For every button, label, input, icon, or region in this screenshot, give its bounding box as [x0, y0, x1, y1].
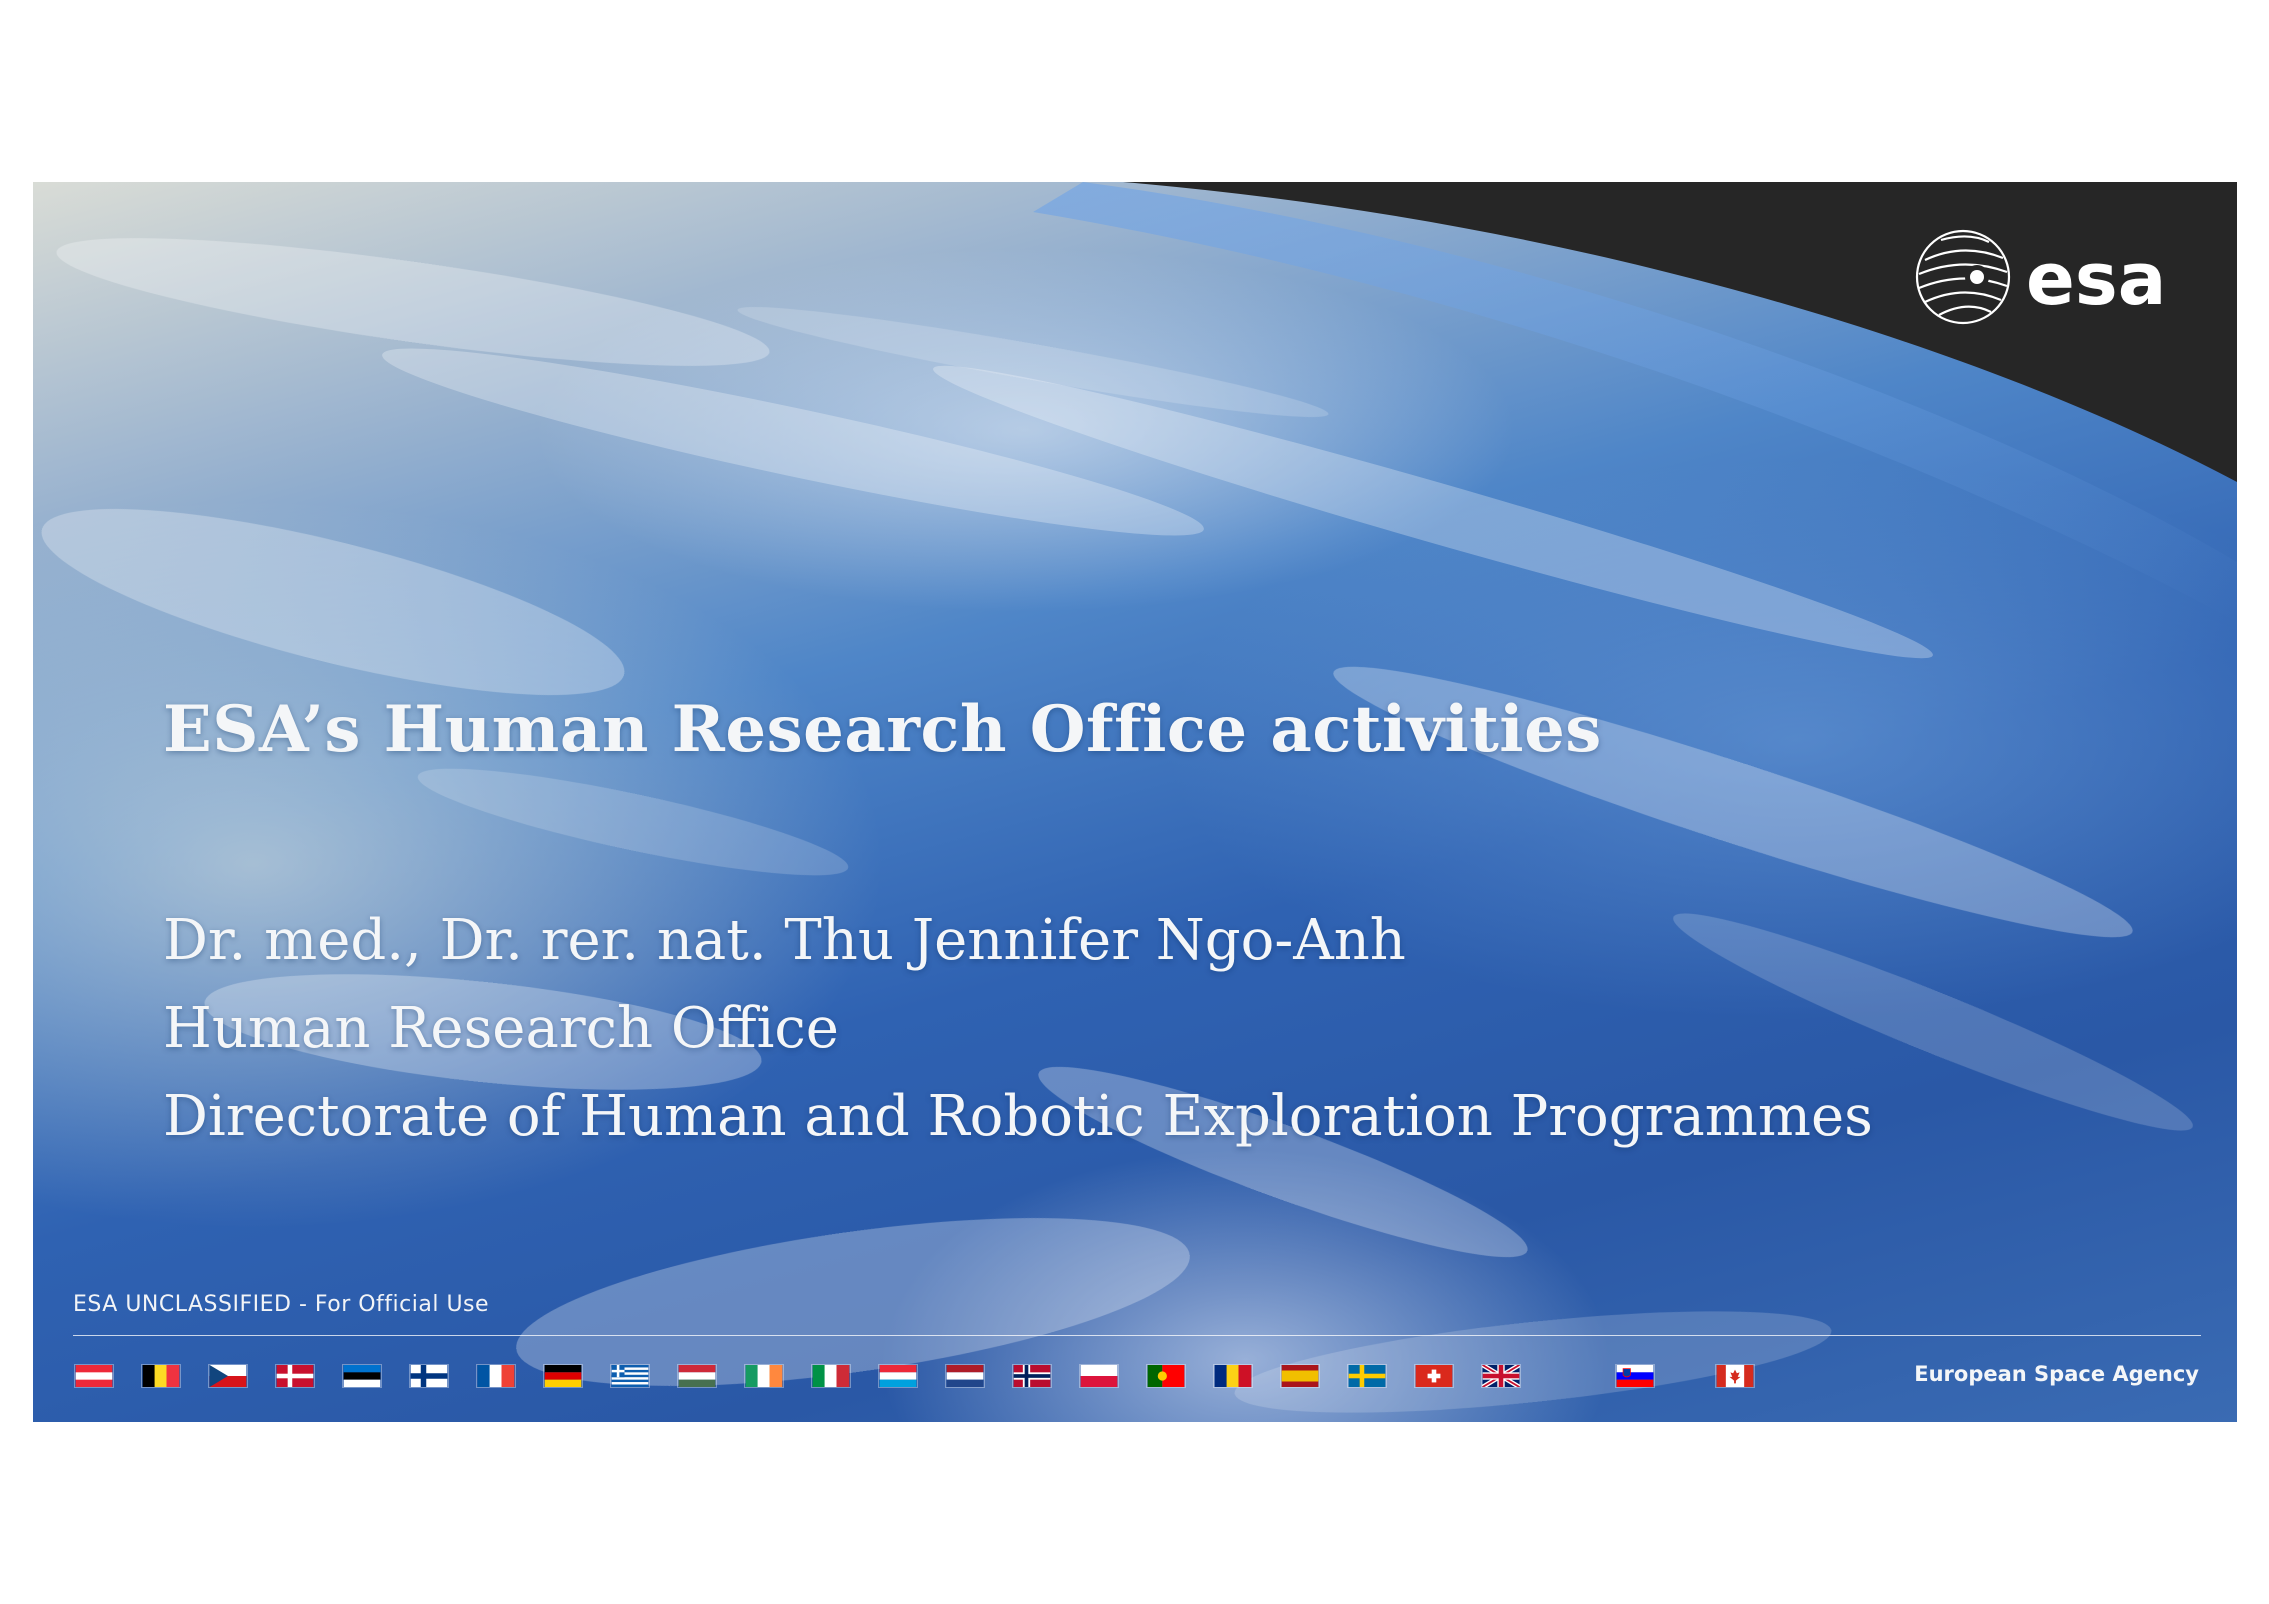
uk-flag-icon [1481, 1364, 1521, 1388]
austria-flag-icon [74, 1364, 114, 1388]
spain-flag-icon [1280, 1364, 1320, 1388]
romania-flag-icon [1213, 1364, 1253, 1388]
esa-logo: esa [1911, 222, 2201, 332]
member-state-flags [74, 1364, 1774, 1390]
footer-divider [73, 1335, 2201, 1336]
poland-flag-icon [1079, 1364, 1119, 1388]
agency-name: European Space Agency [1914, 1362, 2199, 1386]
classification-label: ESA UNCLASSIFIED - For Official Use [73, 1292, 490, 1317]
portugal-flag-icon [1146, 1364, 1186, 1388]
author-name: Dr. med., Dr. rer. nat. Thu Jennifer Ngo… [163, 908, 1406, 973]
hungary-flag-icon [677, 1364, 717, 1388]
canada-flag-icon [1715, 1364, 1755, 1388]
ireland-flag-icon [744, 1364, 784, 1388]
slovenia-flag-icon [1615, 1364, 1655, 1388]
denmark-flag-icon [275, 1364, 315, 1388]
czech-flag-icon [208, 1364, 248, 1388]
esa-globe-icon [1915, 229, 2011, 325]
switzerland-flag-icon [1414, 1364, 1454, 1388]
germany-flag-icon [543, 1364, 583, 1388]
author-office: Human Research Office [163, 996, 839, 1061]
finland-flag-icon [409, 1364, 449, 1388]
france-flag-icon [476, 1364, 516, 1388]
author-directorate: Directorate of Human and Robotic Explora… [163, 1084, 1873, 1149]
sweden-flag-icon [1347, 1364, 1387, 1388]
greece-flag-icon [610, 1364, 650, 1388]
netherlands-flag-icon [945, 1364, 985, 1388]
italy-flag-icon [811, 1364, 851, 1388]
belgium-flag-icon [141, 1364, 181, 1388]
title-slide: esa ESA’s Human Research Office activiti… [33, 182, 2237, 1422]
estonia-flag-icon [342, 1364, 382, 1388]
luxembourg-flag-icon [878, 1364, 918, 1388]
earth-horizon-background [41, 182, 2237, 1413]
norway-flag-icon [1012, 1364, 1052, 1388]
author-block: Dr. med., Dr. rer. nat. Thu Jennifer Ngo… [163, 897, 1873, 1161]
svg-text:esa: esa [2026, 237, 2166, 321]
presentation-title: ESA’s Human Research Office activities [163, 692, 1602, 767]
